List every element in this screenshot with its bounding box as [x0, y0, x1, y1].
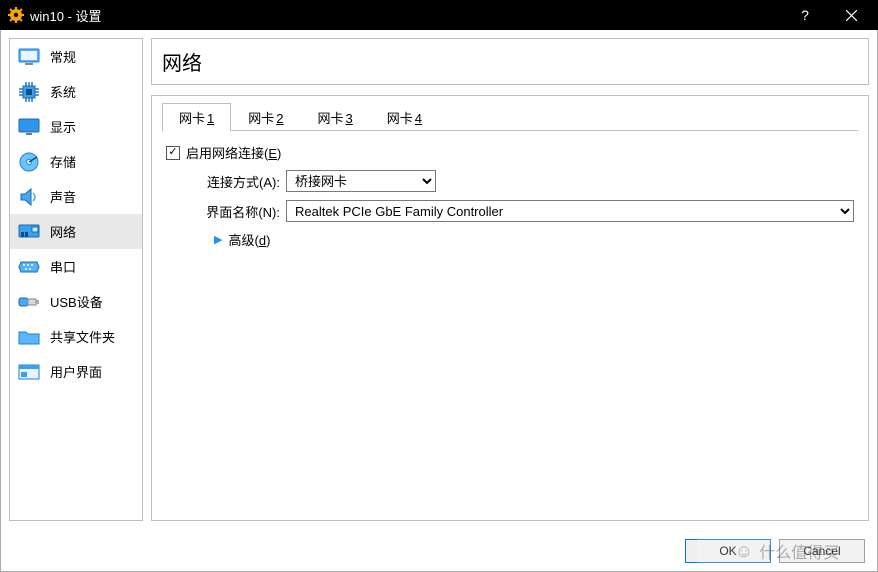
interface-name-combo[interactable]: Realtek PCIe GbE Family Controller — [286, 200, 854, 222]
tab-label: 网卡 — [387, 111, 413, 126]
interface-name-row: 界面名称(N): Realtek PCIe GbE Family Control… — [186, 200, 854, 222]
monitor-icon — [18, 46, 40, 68]
cancel-button[interactable]: Cancel — [779, 539, 865, 563]
triangle-right-icon: ▶ — [214, 233, 222, 246]
usb-icon — [18, 291, 40, 313]
advanced-label: 高级(d) — [228, 230, 270, 249]
page-heading: 网络 — [151, 38, 869, 85]
nic-icon — [18, 221, 40, 243]
sidebar-item-label: 网络 — [50, 222, 76, 241]
sidebar-item-label: 显示 — [50, 117, 76, 136]
page-content: 网卡1 网卡2 网卡3 网卡4 启 — [151, 95, 869, 521]
sidebar-item-label: 常规 — [50, 47, 76, 66]
tab-hotkey: 3 — [344, 111, 353, 126]
sidebar-item-label: 声音 — [50, 187, 76, 206]
titlebar-close-button[interactable] — [828, 0, 874, 30]
attached-to-combo[interactable]: 桥接网卡 — [286, 170, 436, 192]
dialog-buttons: OK Cancel — [685, 539, 865, 563]
speaker-icon — [18, 186, 40, 208]
chip-icon — [18, 81, 40, 103]
settings-category-list: 常规 系统 显示 存储 — [9, 38, 143, 521]
display-icon — [18, 116, 40, 138]
enable-network-checkbox[interactable] — [166, 146, 180, 160]
enable-network-label: 启用网络连接(E) — [186, 143, 281, 162]
main-panel: 网络 网卡1 网卡2 网卡3 网卡4 — [151, 38, 869, 521]
tab-label: 网卡 — [179, 111, 205, 126]
sidebar-item-label: 串口 — [50, 257, 76, 276]
tab-label: 网卡 — [248, 111, 274, 126]
sidebar-item-serial[interactable]: 串口 — [10, 249, 142, 284]
ui-icon — [18, 361, 40, 383]
app-gear-icon — [8, 7, 24, 23]
sidebar-item-label: 共享文件夹 — [50, 327, 115, 346]
sidebar-item-usb[interactable]: USB设备 — [10, 284, 142, 319]
adapter-tabs: 网卡1 网卡2 网卡3 网卡4 — [162, 102, 858, 131]
tab-hotkey: 1 — [205, 111, 214, 126]
tab-adapter-4[interactable]: 网卡4 — [370, 103, 439, 131]
sidebar-item-storage[interactable]: 存储 — [10, 144, 142, 179]
tab-adapter-2[interactable]: 网卡2 — [231, 103, 300, 131]
advanced-expander[interactable]: ▶ 高级(d) — [214, 230, 854, 249]
window-title: win10 - 设置 — [30, 6, 782, 25]
adapter-form: 启用网络连接(E) 连接方式(A): 桥接网卡 界面名称(N): — [162, 131, 858, 253]
ok-button[interactable]: OK — [685, 539, 771, 563]
sidebar-item-user-interface[interactable]: 用户界面 — [10, 354, 142, 389]
tab-adapter-3[interactable]: 网卡3 — [301, 103, 370, 131]
folder-icon — [18, 326, 40, 348]
tab-hotkey: 4 — [413, 111, 422, 126]
sidebar-item-general[interactable]: 常规 — [10, 39, 142, 74]
sidebar-item-label: 存储 — [50, 152, 76, 171]
enable-row: 启用网络连接(E) — [166, 143, 854, 162]
sidebar-item-audio[interactable]: 声音 — [10, 179, 142, 214]
sidebar-item-shared-folders[interactable]: 共享文件夹 — [10, 319, 142, 354]
sidebar-item-display[interactable]: 显示 — [10, 109, 142, 144]
sidebar-item-label: 系统 — [50, 82, 76, 101]
sidebar-item-system[interactable]: 系统 — [10, 74, 142, 109]
tab-adapter-1[interactable]: 网卡1 — [162, 103, 231, 131]
sidebar-item-network[interactable]: 网络 — [10, 214, 142, 249]
disk-icon — [18, 151, 40, 173]
sidebar-item-label: 用户界面 — [50, 362, 102, 381]
attached-to-label: 连接方式(A): — [186, 172, 286, 191]
attached-to-row: 连接方式(A): 桥接网卡 — [186, 170, 854, 192]
tab-hotkey: 2 — [274, 111, 283, 126]
titlebar-help-button[interactable]: ? — [782, 0, 828, 30]
serial-icon — [18, 256, 40, 278]
sidebar-item-label: USB设备 — [50, 292, 103, 311]
tab-label: 网卡 — [318, 111, 344, 126]
interface-name-label: 界面名称(N): — [186, 202, 286, 221]
title-bar: win10 - 设置 ? — [0, 0, 878, 30]
